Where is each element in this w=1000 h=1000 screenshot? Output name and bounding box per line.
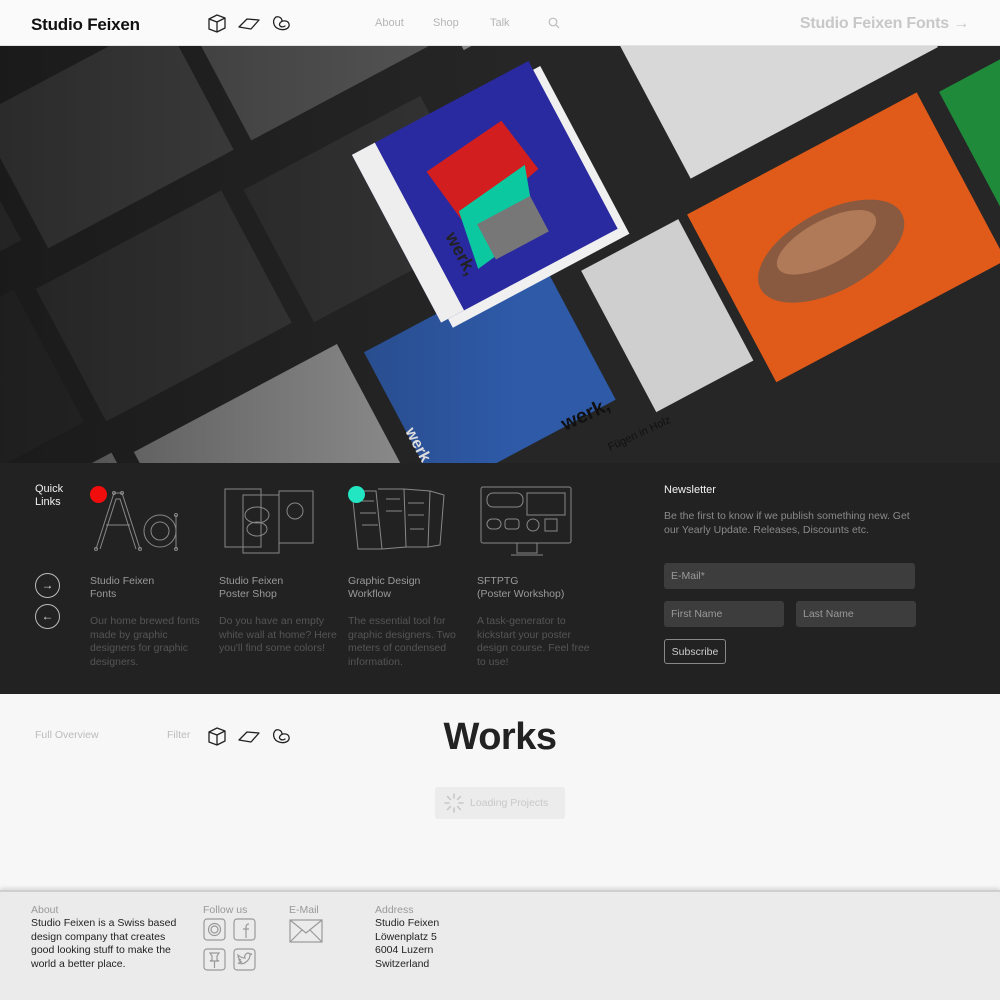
loading-indicator: Loading Projects <box>435 787 565 819</box>
card-sftptg-title: SFTPTG (Poster Workshop) <box>477 575 565 600</box>
card-fonts-desc: Our home brewed fonts made by graphic de… <box>90 615 200 668</box>
mint-dot-badge <box>348 486 365 503</box>
spinner-icon <box>443 792 465 814</box>
parallelogram-icon[interactable] <box>238 12 260 34</box>
site-logo[interactable]: Studio Feixen <box>31 15 140 35</box>
follow-label: Follow us <box>203 904 248 916</box>
mail-icon[interactable] <box>289 919 323 943</box>
cube-icon[interactable] <box>206 12 228 34</box>
subscribe-button[interactable]: Subscribe <box>664 639 726 664</box>
newsletter-text: Be the first to know if we publish somet… <box>664 510 910 536</box>
facebook-icon[interactable] <box>233 918 256 941</box>
nav-about[interactable]: About <box>375 17 404 29</box>
card-poster-shop[interactable]: Studio Feixen Poster Shop Do you have an… <box>219 485 337 656</box>
works-title: Works <box>443 716 557 758</box>
hero-image[interactable]: werk, Fügen in Holz werk, werk, <box>0 46 1000 463</box>
about-text: Studio Feixen is a Swiss based design co… <box>31 917 177 970</box>
hero-magazines-illustration: werk, Fügen in Holz werk, werk, <box>0 46 1000 463</box>
spiral-icon[interactable] <box>270 12 292 34</box>
card-workflow-desc: The essential tool for graphic designers… <box>348 615 456 668</box>
loading-text: Loading Projects <box>470 797 549 809</box>
works-section: Full Overview Filter Works Loading Proje… <box>0 694 1000 890</box>
monitor-illustration <box>477 485 577 557</box>
card-poster-shop-title: Studio Feixen Poster Shop <box>219 575 284 600</box>
instagram-icon[interactable] <box>203 918 226 941</box>
posters-illustration <box>219 485 319 557</box>
pinterest-icon[interactable] <box>203 948 226 971</box>
address-text: Studio Feixen Löwenplatz 5 6004 Luzern S… <box>375 917 440 970</box>
red-dot-badge <box>90 486 107 503</box>
last-name-field[interactable] <box>796 601 916 627</box>
site-header: Studio Feixen About Shop Talk Studio Fei… <box>0 0 1000 46</box>
twitter-icon[interactable] <box>233 948 256 971</box>
card-fonts[interactable]: Studio Feixen Fonts Our home brewed font… <box>90 485 208 669</box>
fonts-link[interactable]: Studio Feixen Fonts → <box>800 15 969 33</box>
card-sftptg-desc: A task-generator to kickstart your poste… <box>477 615 590 668</box>
first-name-field[interactable] <box>664 601 784 627</box>
nav-shop[interactable]: Shop <box>433 17 459 29</box>
next-arrow-button[interactable]: → <box>35 573 60 598</box>
card-poster-shop-desc: Do you have an empty white wall at home?… <box>219 615 337 654</box>
card-workflow[interactable]: Graphic Design Workflow The essential to… <box>348 485 466 669</box>
prev-arrow-button[interactable]: ← <box>35 604 60 629</box>
card-fonts-title: Studio Feixen Fonts <box>90 575 155 600</box>
address-label: Address <box>375 904 414 916</box>
email-label: E-Mail <box>289 904 319 916</box>
card-workflow-title: Graphic Design Workflow <box>348 575 421 600</box>
email-field[interactable] <box>664 563 915 589</box>
nav-talk[interactable]: Talk <box>490 17 510 29</box>
search-icon[interactable] <box>548 16 560 29</box>
newsletter-title: Newsletter <box>664 484 716 496</box>
quick-links-panel: Quick Links → ← Studio Feixen Fonts Our … <box>0 463 1000 694</box>
about-label: About <box>31 904 59 916</box>
site-footer: About Studio Feixen is a Swiss based des… <box>0 890 1000 1000</box>
card-sftptg[interactable]: SFTPTG (Poster Workshop) A task-generato… <box>477 485 595 669</box>
quick-links-title: Quick Links <box>35 483 64 508</box>
